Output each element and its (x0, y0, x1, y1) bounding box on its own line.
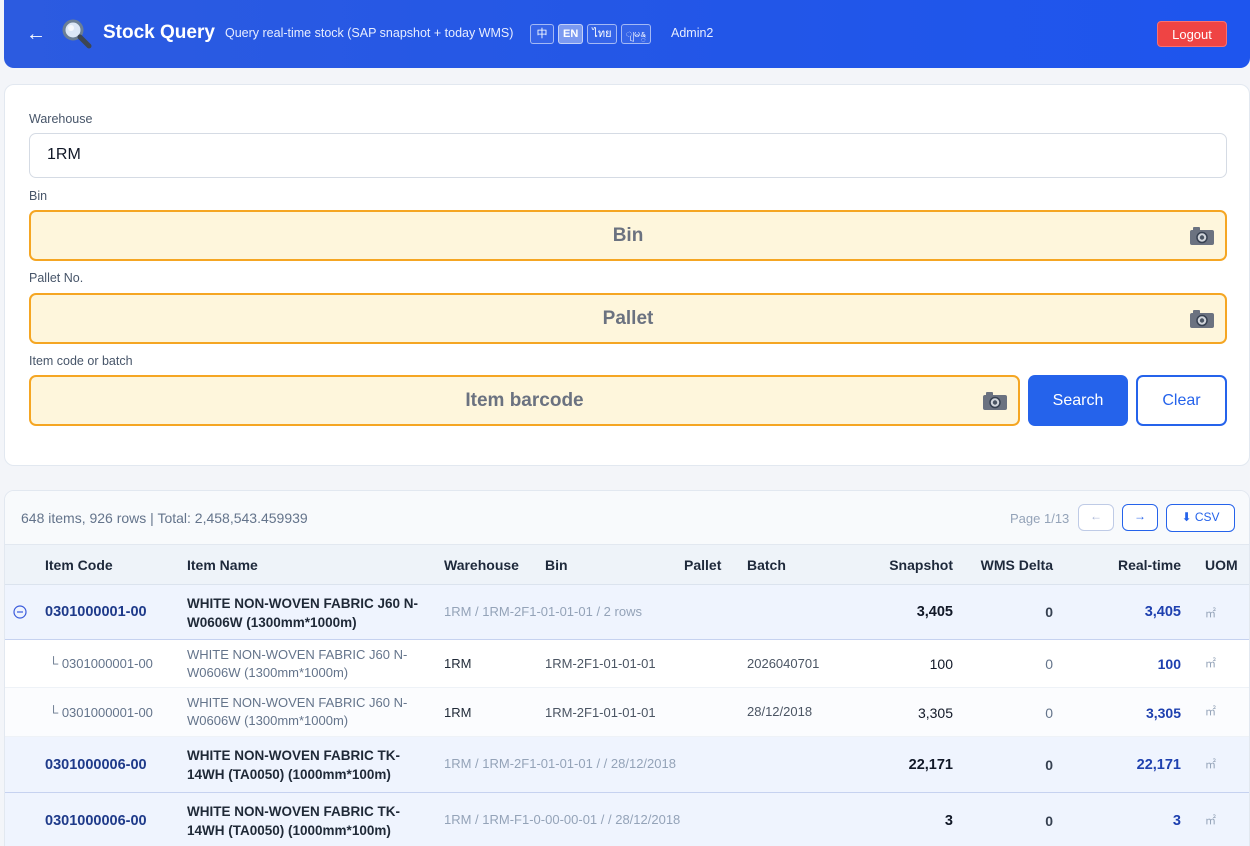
realtime-qty: 3 (1172, 813, 1181, 829)
bin: 1RM-2F1-01-01-01 (545, 656, 656, 671)
item-name: WHITE NON-WOVEN FABRIC J60 N-W0606W (130… (187, 596, 419, 630)
item-code[interactable]: 0301000001-00 (45, 604, 147, 620)
batch: 28/12/2018 (747, 704, 813, 719)
wms-delta: 0 (1045, 757, 1053, 773)
csv-export-button[interactable]: ⬇ CSV (1166, 504, 1235, 532)
magnifier-icon (62, 19, 92, 49)
lang-button-my[interactable]: ျမန္ (620, 24, 652, 44)
results-summary: 648 items, 926 rows | Total: 2,458,543.4… (21, 510, 308, 526)
batch: 2026040701 (747, 656, 820, 671)
warehouse: 1RM (444, 656, 472, 671)
bin: 1RM-2F1-01-01-01 (545, 705, 656, 720)
realtime-qty: 100 (1157, 656, 1181, 672)
page-subtitle: Query real-time stock (SAP snapshot + to… (225, 26, 514, 40)
camera-icon[interactable] (1189, 309, 1215, 329)
snapshot-qty: 22,171 (908, 757, 953, 773)
realtime-qty: 3,405 (1144, 604, 1181, 620)
lang-button-th[interactable]: ไทย (587, 24, 617, 44)
snapshot-qty: 3,305 (917, 705, 953, 721)
column-header[interactable]: Pallet (684, 557, 721, 573)
page-info: Page 1/13 (1010, 511, 1070, 526)
bin-placeholder: Bin (612, 225, 644, 246)
pallet-label: Pallet No. (29, 271, 84, 285)
wms-delta: 0 (1045, 604, 1053, 620)
location-summary: 1RM / 1RM-2F1-01-01-01 / 2 rows (444, 604, 642, 619)
column-header[interactable]: Item Code (45, 557, 113, 573)
item-label: Item code or batch (29, 354, 133, 368)
lang-button-zh[interactable]: 中 (530, 24, 554, 44)
item-name: WHITE NON-WOVEN FABRIC J60 N-W0606W (130… (187, 647, 408, 680)
next-page-button[interactable]: → (1122, 504, 1158, 531)
warehouse-label: Warehouse (29, 112, 93, 126)
user-name: Admin2 (671, 26, 714, 40)
uom: ㎡ (1205, 706, 1216, 718)
search-button[interactable]: Search (1028, 375, 1128, 426)
column-header[interactable]: WMS Delta (963, 557, 1053, 573)
logout-button[interactable]: Logout (1157, 21, 1227, 47)
location-summary: 1RM / 1RM-2F1-01-01-01 / / 28/12/2018 (444, 756, 676, 771)
snapshot-qty: 100 (929, 656, 953, 672)
column-header[interactable]: Item Name (187, 557, 258, 573)
table-row-group[interactable]: 0301000001-00 WHITE NON-WOVEN FABRIC J60… (5, 585, 1249, 640)
column-header[interactable]: Real-time (1091, 557, 1181, 573)
item-code: └ 0301000001-00 (49, 705, 153, 720)
warehouse: 1RM (444, 705, 472, 720)
page-title: Stock Query (103, 22, 215, 43)
collapse-icon[interactable] (13, 605, 27, 619)
column-header[interactable]: Batch (747, 557, 786, 573)
snapshot-qty: 3 (944, 813, 953, 829)
lang-button-en[interactable]: EN (558, 24, 584, 44)
camera-icon[interactable] (1189, 226, 1215, 246)
wms-delta: 0 (1045, 813, 1053, 829)
camera-icon[interactable] (982, 391, 1008, 411)
column-header[interactable]: Warehouse (444, 557, 519, 573)
realtime-qty: 22,171 (1136, 757, 1181, 773)
language-switcher: 中 EN ไทย ျမန္ (530, 24, 652, 44)
bin-input[interactable]: Bin (29, 210, 1227, 261)
bin-label: Bin (29, 189, 48, 203)
item-placeholder: Item barcode (465, 390, 584, 411)
uom: ㎡ (1205, 759, 1216, 771)
uom: ㎡ (1205, 815, 1216, 827)
table-row-detail[interactable]: └ 0301000001-00 WHITE NON-WOVEN FABRIC J… (5, 688, 1249, 737)
item-barcode-input[interactable]: Item barcode (29, 375, 1020, 426)
item-name: WHITE NON-WOVEN FABRIC J60 N-W0606W (130… (187, 695, 408, 728)
results-summary-bar: 648 items, 926 rows | Total: 2,458,543.4… (5, 491, 1249, 545)
query-form: Warehouse 1RM Bin Bin Pallet No. Pallet … (4, 84, 1250, 466)
wms-delta: 0 (1045, 705, 1053, 721)
snapshot-qty: 3,405 (916, 604, 953, 620)
warehouse-input[interactable]: 1RM (29, 133, 1227, 178)
results-panel: 648 items, 926 rows | Total: 2,458,543.4… (4, 490, 1250, 846)
column-header[interactable]: UOM (1205, 557, 1238, 573)
item-code: └ 0301000001-00 (49, 656, 153, 671)
item-code[interactable]: 0301000006-00 (45, 813, 147, 829)
table-row-detail[interactable]: └ 0301000001-00 WHITE NON-WOVEN FABRIC J… (5, 640, 1249, 688)
table-row-group[interactable]: 0301000006-00 WHITE NON-WOVEN FABRIC TK-… (5, 737, 1249, 793)
table-row-group[interactable]: 0301000006-00 WHITE NON-WOVEN FABRIC TK-… (5, 793, 1249, 846)
item-name: WHITE NON-WOVEN FABRIC TK-14WH (TA0050) … (187, 804, 400, 838)
pallet-placeholder: Pallet (602, 308, 654, 329)
column-header[interactable]: Snapshot (863, 557, 953, 573)
arrow-left-icon[interactable]: ← (26, 22, 48, 46)
location-summary: 1RM / 1RM-F1-0-00-00-01 / / 28/12/2018 (444, 812, 681, 827)
app-header: ← Stock Query Query real-time stock (SAP… (4, 0, 1250, 68)
wms-delta: 0 (1045, 656, 1053, 672)
table-header: Item Code Item Name Warehouse Bin Pallet… (5, 545, 1249, 585)
uom: ㎡ (1205, 658, 1216, 670)
uom: ㎡ (1205, 608, 1216, 620)
pallet-input[interactable]: Pallet (29, 293, 1227, 344)
column-header[interactable]: Bin (545, 557, 568, 573)
clear-button[interactable]: Clear (1136, 375, 1227, 426)
item-name: WHITE NON-WOVEN FABRIC TK-14WH (TA0050) … (187, 748, 400, 782)
realtime-qty: 3,305 (1145, 705, 1181, 721)
item-code[interactable]: 0301000006-00 (45, 757, 147, 773)
prev-page-button[interactable]: ← (1078, 504, 1114, 531)
